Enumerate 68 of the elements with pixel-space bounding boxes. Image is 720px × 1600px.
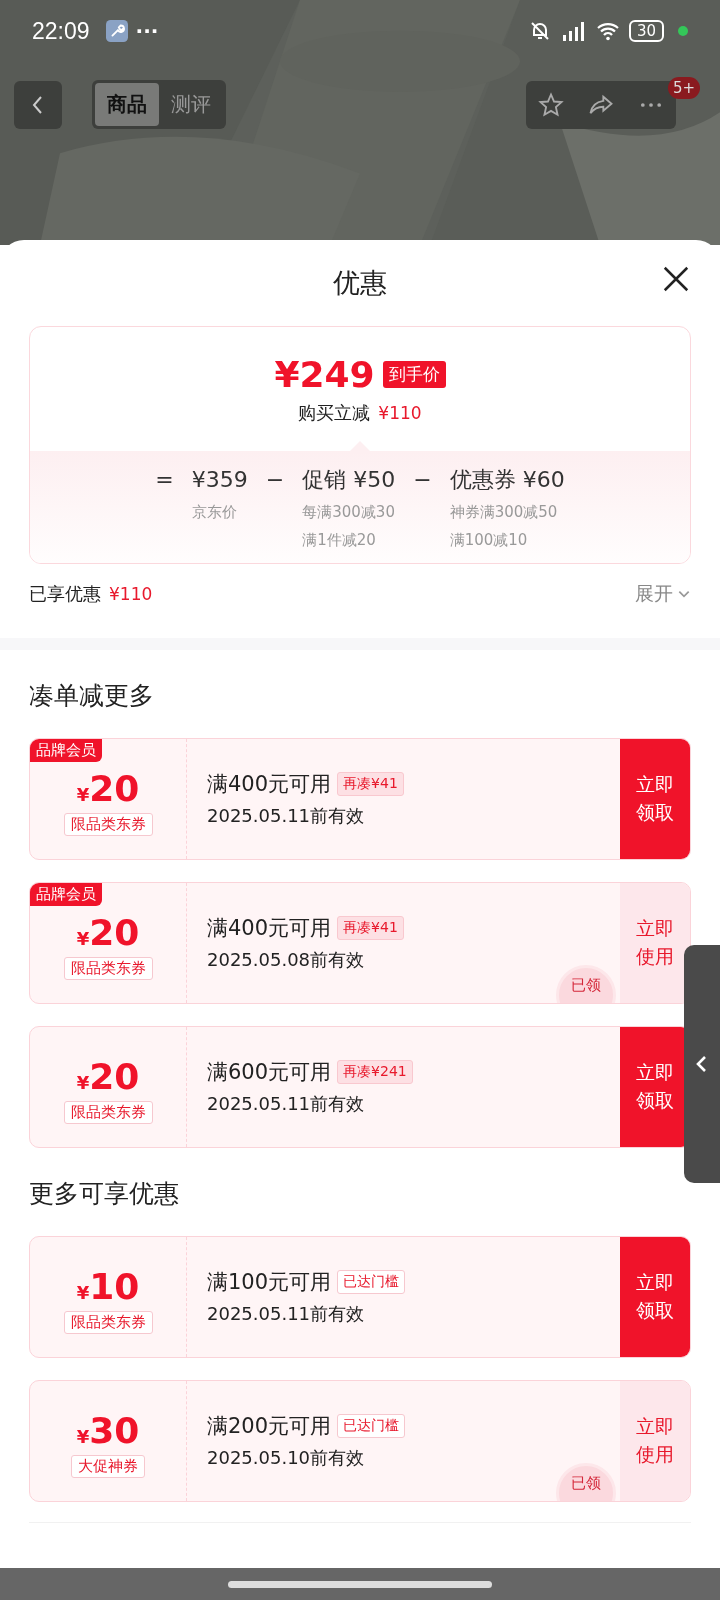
coupon-condition: 满400元可用	[207, 915, 332, 942]
coupon-condition: 满100元可用	[207, 1269, 332, 1296]
home-indicator[interactable]	[228, 1580, 492, 1588]
threshold-tag: 再凑¥41	[337, 772, 404, 796]
coupon-validity: 2025.05.10前有效	[207, 1446, 366, 1470]
price-tag: 到手价	[382, 360, 446, 388]
scope-tag: 限品类东券	[63, 956, 153, 980]
currency-sign: ¥	[76, 783, 90, 805]
coupon-amount: 20	[89, 912, 140, 953]
coupon-action-button[interactable]: 立即使用	[620, 883, 690, 1003]
status-dot-icon	[678, 26, 688, 36]
threshold-tag: 再凑¥241	[337, 1060, 413, 1084]
expand-button[interactable]: 展开	[635, 581, 691, 607]
coupon-condition: 满400元可用	[207, 771, 332, 798]
coupon-amount: 20	[89, 768, 140, 809]
claimed-stamp: 已领	[556, 965, 616, 1003]
threshold-tag: 已达门槛	[337, 1414, 406, 1438]
breakdown-note: 神券满300减50	[449, 502, 559, 523]
operator-sign: −	[413, 466, 432, 494]
currency-sign: ¥	[76, 1071, 90, 1093]
signal-icon	[560, 19, 587, 43]
back-button[interactable]	[14, 80, 62, 129]
operator-sign: −	[265, 466, 285, 494]
breakdown-amount: 优惠券 ¥60	[449, 466, 565, 494]
coupon-action-button[interactable]: 立即领取	[620, 1237, 690, 1357]
tab[interactable]: 商品	[95, 83, 159, 126]
coupon-amount: 10	[89, 1266, 140, 1307]
scope-tag: 大促神券	[71, 1454, 145, 1478]
summary-amount: ¥110	[109, 584, 153, 604]
breakdown-note: 京东价	[191, 502, 238, 523]
coupon-validity: 2025.05.11前有效	[207, 804, 366, 828]
section-title: 凑单减更多	[29, 679, 155, 712]
threshold-tag: 已达门槛	[337, 1270, 406, 1294]
operator-sign: =	[155, 466, 174, 494]
breakdown-amount: 促销 ¥50	[302, 466, 396, 494]
coupon-action-button[interactable]: 立即使用	[620, 1381, 690, 1501]
coupon-amount: 30	[89, 1410, 140, 1451]
coupon-condition: 满600元可用	[207, 1059, 332, 1086]
coupon-amount: 20	[89, 1056, 140, 1097]
breakdown-note: 满100减10	[449, 530, 529, 551]
coupon-validity: 2025.05.11前有效	[207, 1302, 366, 1326]
sheet-title: 优惠	[333, 266, 387, 300]
section-title: 更多可享优惠	[29, 1177, 180, 1210]
saving-amount: ¥110	[378, 402, 422, 423]
member-badge: 品牌会员	[30, 739, 102, 762]
scope-tag: 限品类东券	[63, 1310, 153, 1334]
coupon-condition: 满200元可用	[207, 1413, 332, 1440]
currency-sign: ¥	[76, 1425, 90, 1447]
saving-label: 购买立减	[298, 400, 371, 425]
breakdown-note: 满1件减20	[302, 530, 377, 551]
status-time: 22:09	[32, 17, 90, 45]
threshold-tag: 再凑¥41	[337, 916, 404, 940]
breakdown-amount: ¥359	[191, 466, 248, 494]
claimed-stamp: 已领	[556, 1463, 616, 1501]
coupon-validity: 2025.05.11前有效	[207, 1092, 366, 1116]
scope-tag: 限品类东券	[63, 812, 153, 836]
final-price: ¥249	[274, 353, 375, 395]
more-notifications: ···	[135, 19, 159, 43]
battery-level: 30	[628, 20, 664, 42]
currency-sign: ¥	[76, 927, 90, 949]
coupon-action-button[interactable]: 立即领取	[620, 739, 690, 859]
tab[interactable]: 测评	[159, 83, 223, 126]
currency-sign: ¥	[76, 1281, 90, 1303]
scope-tag: 限品类东券	[63, 1100, 153, 1124]
coupon-validity: 2025.05.08前有效	[207, 948, 366, 972]
breakdown-note: 每满300减30	[302, 502, 396, 523]
member-badge: 品牌会员	[30, 883, 102, 906]
summary-label: 已享优惠	[29, 582, 101, 606]
